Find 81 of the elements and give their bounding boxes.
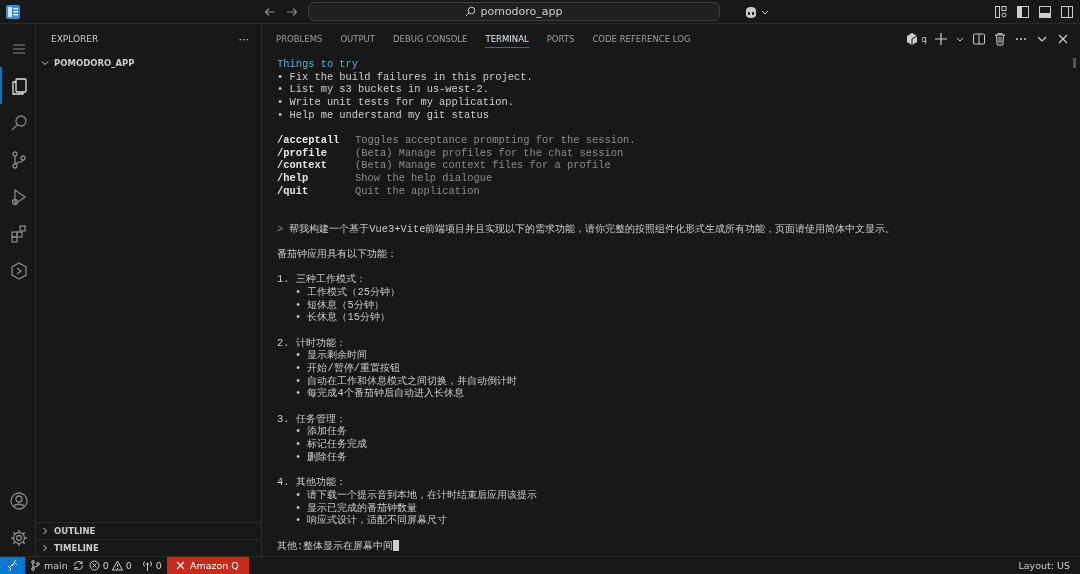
secondary-sidebar-icon[interactable] xyxy=(1060,4,1074,19)
account-icon[interactable] xyxy=(8,490,29,511)
panel-tab[interactable]: TERMINAL xyxy=(485,30,529,48)
terminal-cube-icon[interactable] xyxy=(905,32,920,46)
settings-icon[interactable] xyxy=(8,527,29,548)
command-description: Show the help dialogue xyxy=(355,172,493,185)
hexagon-icon[interactable] xyxy=(8,260,29,281)
panel-tab[interactable]: OUTPUT xyxy=(340,30,376,48)
text-cursor xyxy=(393,540,400,552)
terminal-line: • 响应式设计，适配不同屏幕尺寸 xyxy=(294,514,448,527)
remote-icon xyxy=(7,560,18,571)
amazon-q-status-button[interactable]: Amazon Q xyxy=(166,556,249,574)
ports-item[interactable]: 0 xyxy=(136,556,167,574)
command-name: /profile xyxy=(277,146,328,160)
antenna-icon xyxy=(141,560,153,571)
branch-icon xyxy=(30,560,41,571)
command-center-search[interactable]: pomodoro_app xyxy=(308,2,720,21)
back-arrow-icon[interactable] xyxy=(264,5,276,18)
terminal-line: • 标记任务完成 xyxy=(294,438,368,451)
prompt-symbol: > xyxy=(277,222,284,236)
command-name: /quit xyxy=(277,184,310,198)
split-icon[interactable] xyxy=(972,32,986,46)
panel-tab[interactable]: DEBUG CONSOLE xyxy=(393,30,468,48)
panel-toggle-icon[interactable] xyxy=(1038,4,1052,19)
terminal-line: • Fix the build failures in this project. xyxy=(277,70,533,84)
command-name: /acceptall xyxy=(277,134,341,147)
terminal-line: • 工作模式（25分钟） xyxy=(294,286,400,299)
terminal-line: • 长休息（15分钟） xyxy=(294,311,390,325)
command-description: Toggles acceptance prompting for the session. xyxy=(355,134,636,147)
panel-tab[interactable]: CODE REFERENCE LOG xyxy=(592,30,691,48)
terminal-line: • 添加任务 xyxy=(294,425,348,438)
layout-grid-icon[interactable] xyxy=(994,4,1008,19)
panel-tab[interactable]: PROBLEMS xyxy=(276,30,323,48)
terminal-heading: Things to try xyxy=(277,58,359,71)
section-header[interactable]: OUTLINE xyxy=(36,522,261,539)
plus-icon[interactable] xyxy=(934,32,948,46)
terminal-line: 2. 计时功能： xyxy=(277,336,346,350)
trash-icon[interactable] xyxy=(993,32,1007,46)
forward-arrow-icon[interactable] xyxy=(286,5,298,18)
terminal-line: • Help me understand my git status xyxy=(277,108,489,122)
input-text[interactable]: 其他:整体显示在屏幕中间 xyxy=(277,539,394,553)
command-description: (Beta) Manage profiles for the chat session xyxy=(355,146,624,160)
command-description: Quit the application xyxy=(355,184,480,198)
scrollbar-thumb[interactable] xyxy=(1073,58,1076,68)
close-icon xyxy=(174,560,186,571)
more-actions-button[interactable]: ··· xyxy=(238,32,249,46)
search-icon xyxy=(465,6,477,17)
terminal-line: • 显示剩余时间 xyxy=(294,349,368,362)
terminal-line: • 自动在工作和休息模式之间切换，并自动倒计时 xyxy=(294,374,518,387)
terminal-line: • 删除任务 xyxy=(294,450,348,464)
branch-item[interactable]: main xyxy=(25,556,73,574)
command-name: /help xyxy=(277,172,310,185)
keyboard-layout-item[interactable]: Layout: US xyxy=(1013,556,1080,574)
terminal-name[interactable]: q xyxy=(921,34,927,44)
terminal-line: • List my s3 buckets in us-west-2. xyxy=(277,83,489,96)
command-description: (Beta) Manage context files for a profile xyxy=(355,159,611,173)
search-text: pomodoro_app xyxy=(480,5,563,18)
terminal-line: • 开始/暂停/重置按钮 xyxy=(294,362,400,375)
terminal-line: • 显示已完成的番茄钟数量 xyxy=(294,501,418,514)
close-icon[interactable] xyxy=(1056,32,1070,46)
primary-sidebar-icon[interactable] xyxy=(1016,4,1030,19)
terminal-line: 1. 三种工作模式： xyxy=(277,273,366,287)
remote-button[interactable] xyxy=(0,556,25,574)
sync-icon[interactable] xyxy=(72,560,84,571)
terminal-line: • 每完成4个番茄钟后自动进入长休息 xyxy=(294,387,464,401)
terminal-line: • 请下载一个提示音到本地，在计时结束后应用该提示 xyxy=(294,488,538,502)
panel-tab[interactable]: PORTS xyxy=(546,30,575,48)
command-name: /context xyxy=(277,159,328,173)
section-header[interactable]: POMODORO_APP xyxy=(36,54,261,71)
terminal-line: 番茄钟应用具有以下功能： xyxy=(277,248,397,261)
app-logo-icon xyxy=(6,4,20,19)
sidebar-title: EXPLORER xyxy=(51,34,99,44)
extensions-icon[interactable] xyxy=(8,223,29,244)
problems-item[interactable]: 0 0 xyxy=(83,556,137,574)
prompt-text: 帮我构建一个基于Vue3+Vite前端项目并且实现以下的需求功能，请你完整的按照组件化形式生成所有功能，页面请使用简体中文显示。 xyxy=(289,222,896,236)
terminal-line: • Write unit tests for my application. xyxy=(277,96,514,109)
terminal-line: • 短休息（5分钟） xyxy=(294,298,384,311)
terminal-line: 3. 任务管理： xyxy=(277,412,346,425)
error-icon xyxy=(88,560,100,571)
terminal-line: 4. 其他功能： xyxy=(277,476,346,489)
warning-icon xyxy=(111,560,123,571)
